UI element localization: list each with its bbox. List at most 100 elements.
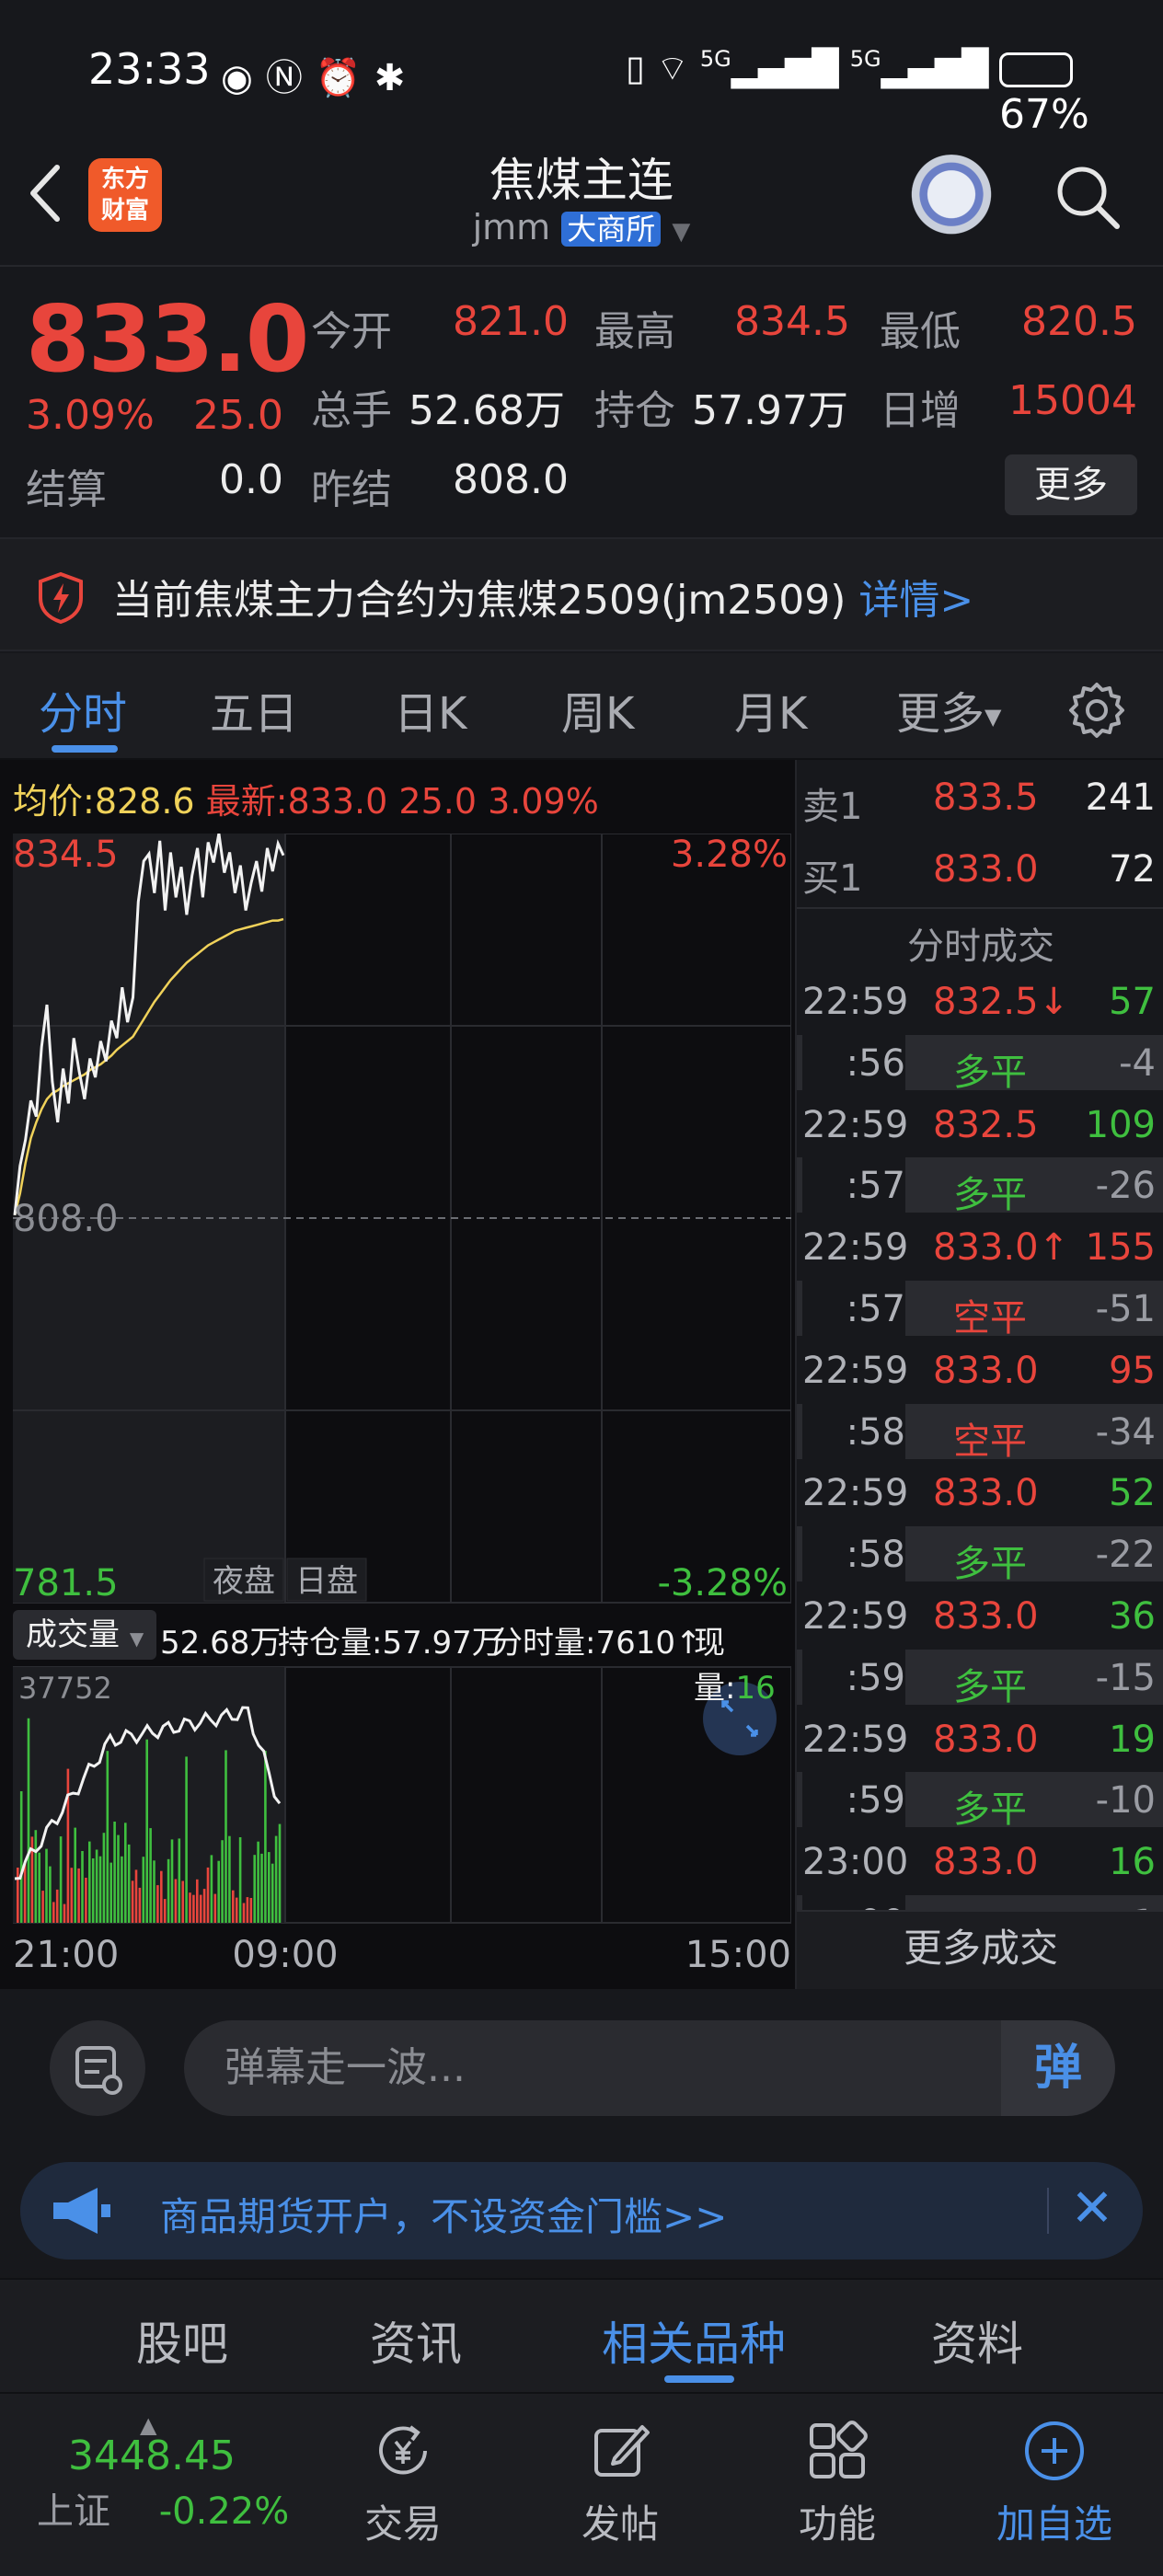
trade-price: 833.0	[933, 1595, 1039, 1638]
volume-bar	[124, 1823, 127, 1923]
last-value: 833.0	[287, 781, 388, 822]
high-value: 834.5	[734, 298, 850, 345]
assistant-robot-icon[interactable]	[907, 155, 996, 243]
danmaku-send-button[interactable]: 弹	[1001, 2020, 1115, 2116]
volume-bar	[178, 1838, 181, 1923]
volume-bar	[253, 1855, 256, 1923]
more-quote-button[interactable]: 更多	[1005, 454, 1137, 515]
search-icon	[1057, 167, 1120, 229]
trade-volume: -51	[1095, 1288, 1156, 1330]
volume-bar	[91, 1858, 95, 1923]
nav-post[interactable]: 发帖	[537, 2412, 703, 2549]
trade-row: :59 多平 -15	[797, 1649, 1163, 1708]
tab-news[interactable]: 资讯	[370, 2307, 462, 2374]
trade-volume: 52	[1109, 1472, 1156, 1515]
settle-label: 结算	[26, 466, 107, 513]
tab-more[interactable]: 更多▼	[896, 677, 1001, 742]
price-chart[interactable]: 834.5 3.28% 808.0 781.5 -3.28% 夜盘 日盘 377…	[13, 834, 791, 1974]
danmaku-settings-button[interactable]	[50, 2020, 145, 2116]
tab-five-day[interactable]: 五日	[210, 677, 298, 742]
battery-level: 67%	[999, 44, 1163, 138]
volume-bar	[52, 1902, 55, 1923]
promo-text: 商品期货开户，不设资金门槛>>	[160, 2194, 728, 2239]
settings-gear-icon[interactable]	[1067, 681, 1126, 740]
trade-price: 833.0	[933, 1472, 1039, 1515]
nav-functions-label: 功能	[798, 2501, 876, 2547]
volume-bar	[49, 1866, 52, 1923]
volume-bar	[156, 1885, 159, 1923]
tab-monthly-k[interactable]: 月K	[734, 677, 807, 742]
ask-price: 833.5	[933, 776, 1039, 819]
axis-top-pct: 3.28%	[671, 834, 788, 876]
trade-volume: -4	[1119, 1041, 1156, 1085]
volume-bar	[77, 1868, 80, 1923]
indicator-selector[interactable]: 成交量 ▼	[13, 1610, 157, 1660]
volume-now: 现量:16	[694, 1617, 791, 1708]
bottom-nav: ▲ 3448.45 上证 -0.22% 交易 发帖 功能 加自选	[0, 2392, 1163, 2576]
volume-bar	[19, 1791, 23, 1923]
close-promo-button[interactable]: ✕	[1060, 2177, 1124, 2241]
daily-inc-label: 日增	[880, 387, 961, 434]
volume-bar	[41, 1891, 44, 1923]
oi-value: 57.97万	[692, 387, 848, 434]
trade-time: 22:59	[802, 1349, 909, 1392]
volume-bar	[235, 1897, 238, 1923]
trade-volume: -26	[1095, 1165, 1156, 1208]
trade-row: 22:59 832.5 109	[797, 1097, 1163, 1152]
trade-price: 多平	[953, 1543, 1027, 1586]
network-label: 5G	[699, 46, 731, 72]
intraday-chart-area: 均价:828.6 最新:833.0 25.0 3.09% 834.5 3.28%…	[0, 760, 795, 1989]
index-ticker[interactable]: ▲ 3448.45 上证 -0.22%	[37, 2414, 313, 2535]
exchange-badge: 大商所	[561, 212, 662, 247]
volume-bar	[199, 1894, 202, 1923]
nav-functions[interactable]: 功能	[754, 2412, 920, 2549]
promo-banner[interactable]: 商品期货开户，不设资金门槛>> ✕	[20, 2162, 1143, 2260]
nav-post-label: 发帖	[581, 2501, 659, 2547]
nav-add-watchlist[interactable]: 加自选	[972, 2412, 1137, 2549]
tab-more-label: 更多	[896, 688, 985, 740]
tab-forum[interactable]: 股吧	[136, 2307, 228, 2374]
notice-details-link[interactable]: 详情>	[858, 577, 973, 624]
danmaku-input[interactable]: 弹幕走一波...	[184, 2020, 1001, 2116]
trade-time: 22:59	[802, 1595, 909, 1638]
bid-label: 买1	[802, 857, 863, 900]
vibrate-icon: ▯	[626, 48, 645, 88]
tab-daily-k[interactable]: 日K	[394, 677, 466, 742]
tab-profile[interactable]: 资料	[931, 2307, 1023, 2374]
low-label: 最低	[880, 308, 961, 355]
content-tabs: 股吧 资讯 相关品种 资料	[0, 2278, 1163, 2392]
volume-bar	[278, 1823, 282, 1923]
danmaku-settings-icon	[75, 2046, 122, 2095]
avg-value: 828.6	[94, 781, 195, 822]
more-trades-button[interactable]: 更多成交	[797, 1910, 1163, 1989]
change-value: 25.0	[193, 392, 283, 439]
volume-bar	[145, 1739, 148, 1923]
close-icon: ✕	[1070, 2179, 1114, 2238]
trade-volume: 36	[1109, 1595, 1156, 1638]
volume-axis-max: 37752	[18, 1671, 112, 1706]
trade-time: 22:59	[802, 1103, 909, 1146]
daily-inc-value: 15004	[1008, 377, 1137, 424]
tab-weekly-k[interactable]: 周K	[561, 677, 634, 742]
volume-bar	[55, 1889, 59, 1923]
trade-time: 22:59	[802, 1226, 909, 1270]
status-bar: 23:33 ◉Ⓝ⏰✱ ▯ ⌔ 5G▂▄▆█ 5G▂▄▆█ 67%	[0, 0, 1163, 147]
active-tab-indicator	[52, 745, 118, 753]
nav-trade[interactable]: 交易	[320, 2412, 486, 2549]
search-button[interactable]	[1051, 160, 1124, 234]
promo-divider	[1047, 2188, 1049, 2234]
trade-time: :57	[802, 1157, 905, 1213]
trade-row: 22:59 833.0 19	[797, 1711, 1163, 1766]
volume-bar	[17, 1868, 19, 1923]
trade-price: 多平	[953, 1665, 1027, 1708]
day-session-label: 日盘	[295, 1563, 358, 1600]
tab-related[interactable]: 相关品种	[602, 2307, 786, 2374]
main-contract-notice[interactable]: 当前焦煤主力合约为焦煤2509(jm2509) 详情>	[0, 537, 1163, 651]
volume-bar	[121, 1856, 123, 1923]
avg-label: 均价:	[13, 781, 95, 822]
apps-grid-icon	[810, 2421, 868, 2478]
trade-time: :59	[802, 1649, 905, 1705]
tab-intraday[interactable]: 分时	[39, 677, 127, 742]
volume-bar	[189, 1892, 191, 1923]
volume-bar	[59, 1836, 63, 1923]
